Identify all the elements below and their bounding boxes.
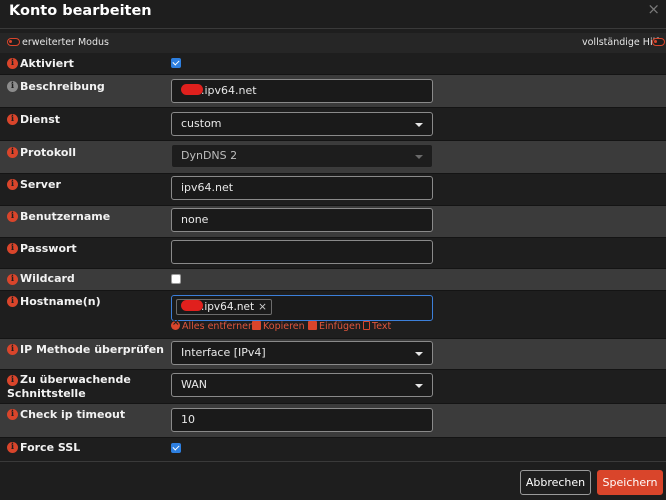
info-icon[interactable]: i	[7, 296, 18, 307]
ip-check-method-select[interactable]: Interface [IPv4]	[171, 341, 433, 365]
force-ssl-label: Force SSL	[20, 441, 81, 454]
password-input[interactable]	[171, 240, 433, 264]
advanced-mode-toggle-icon[interactable]	[7, 38, 20, 46]
dialog-title: Konto bearbeiten	[9, 3, 152, 19]
clear-all-label: Alles entfernen	[182, 321, 254, 332]
force-ssl-checkbox[interactable]	[171, 443, 181, 453]
description-label: Beschreibung	[20, 80, 105, 93]
chevron-down-icon	[415, 384, 423, 388]
info-icon[interactable]: i	[7, 179, 18, 190]
copy-action[interactable]: Kopieren	[252, 321, 305, 332]
server-input[interactable]: ipv64.net	[171, 176, 433, 200]
close-icon[interactable]: ×	[647, 0, 660, 18]
enabled-checkbox[interactable]	[171, 58, 181, 68]
protocol-label: Protokoll	[20, 146, 76, 159]
remove-circle-icon	[171, 318, 180, 330]
info-icon[interactable]: i	[7, 409, 18, 420]
username-value: none	[181, 213, 209, 226]
hostnames-tag-input[interactable]: .ipv64.net ×	[171, 295, 433, 321]
row-check-ip-timeout: i Check ip timeout 10	[0, 404, 666, 437]
row-service: i Dienst custom	[0, 108, 666, 140]
row-protocol: i Protokoll DynDNS 2	[0, 141, 666, 173]
server-label: Server	[20, 178, 61, 191]
paste-icon	[308, 321, 317, 330]
info-icon[interactable]: i	[7, 243, 18, 254]
info-icon[interactable]: i	[7, 442, 18, 453]
redaction-mark	[181, 300, 203, 311]
info-icon[interactable]: i	[7, 147, 18, 158]
info-icon[interactable]: i	[7, 81, 18, 92]
row-password: i Passwort	[0, 238, 666, 268]
row-server: i Server ipv64.net	[0, 174, 666, 205]
redaction-mark	[181, 84, 203, 95]
copy-label: Kopieren	[263, 321, 305, 332]
text-label: Text	[372, 321, 392, 332]
check-ip-timeout-label: Check ip timeout	[20, 408, 126, 421]
server-value: ipv64.net	[181, 181, 234, 194]
ip-check-method-value: Interface [IPv4]	[181, 346, 266, 359]
monitored-interface-select[interactable]: WAN	[171, 373, 433, 397]
row-description: i Beschreibung .ipv64.net	[0, 75, 666, 107]
row-force-ssl: i Force SSL	[0, 438, 666, 460]
wildcard-checkbox[interactable]	[171, 274, 181, 284]
paste-action[interactable]: Einfügen	[308, 321, 361, 332]
info-icon[interactable]: i	[7, 58, 18, 69]
enabled-label: Aktiviert	[20, 57, 74, 70]
hostnames-label: Hostname(n)	[20, 295, 101, 308]
protocol-select: DynDNS 2	[171, 144, 433, 168]
row-enabled: i Aktiviert	[0, 53, 666, 74]
mode-bar: erweiterter Modus vollständige Hilfe	[0, 33, 666, 53]
chevron-down-icon	[415, 123, 423, 127]
description-input[interactable]: .ipv64.net	[171, 79, 433, 103]
cancel-button[interactable]: Abbrechen	[520, 470, 591, 495]
row-wildcard: i Wildcard	[0, 269, 666, 290]
info-icon[interactable]: i	[7, 274, 18, 285]
info-icon[interactable]: i	[7, 211, 18, 222]
monitored-interface-label-line2: Schnittstelle	[7, 387, 86, 400]
row-monitored-interface: i Zu überwachende Schnittstelle WAN	[0, 370, 666, 403]
service-select[interactable]: custom	[171, 112, 433, 136]
wildcard-label: Wildcard	[20, 272, 75, 285]
info-icon[interactable]: i	[7, 344, 18, 355]
full-help-toggle-icon[interactable]	[652, 38, 665, 46]
chevron-down-icon	[415, 352, 423, 356]
dialog-header: Konto bearbeiten ×	[0, 0, 666, 28]
hostname-tag: .ipv64.net ×	[176, 299, 272, 315]
footer-divider	[0, 461, 666, 462]
service-value: custom	[181, 117, 222, 130]
hostname-tag-value: .ipv64.net	[201, 301, 255, 313]
monitored-interface-value: WAN	[181, 378, 208, 391]
username-input[interactable]: none	[171, 208, 433, 232]
password-label: Passwort	[20, 242, 77, 255]
document-icon	[363, 321, 370, 330]
username-label: Benutzername	[20, 210, 111, 223]
check-ip-timeout-input[interactable]: 10	[171, 408, 433, 432]
chevron-down-icon	[415, 155, 423, 159]
monitored-interface-label-line1: Zu überwachende	[20, 373, 131, 386]
advanced-mode-label[interactable]: erweiterter Modus	[22, 37, 109, 48]
monitored-interface-label: Zu überwachende Schnittstelle	[7, 373, 131, 401]
ip-check-method-label: IP Methode überprüfen	[20, 343, 164, 356]
save-button[interactable]: Speichern	[597, 470, 663, 495]
tag-remove-icon[interactable]: ×	[258, 301, 267, 313]
info-icon[interactable]: i	[7, 114, 18, 125]
description-value: .ipv64.net	[201, 84, 257, 97]
paste-label: Einfügen	[319, 321, 361, 332]
service-label: Dienst	[20, 113, 60, 126]
check-ip-timeout-value: 10	[181, 413, 195, 426]
info-icon[interactable]: i	[7, 375, 18, 386]
row-ip-check-method: i IP Methode überprüfen Interface [IPv4]	[0, 339, 666, 369]
header-divider	[0, 28, 666, 29]
copy-icon	[252, 321, 261, 330]
row-username: i Benutzername none	[0, 206, 666, 237]
clear-all-action[interactable]: Alles entfernen	[171, 318, 254, 332]
text-action[interactable]: Text	[363, 321, 391, 332]
protocol-value: DynDNS 2	[181, 149, 238, 162]
